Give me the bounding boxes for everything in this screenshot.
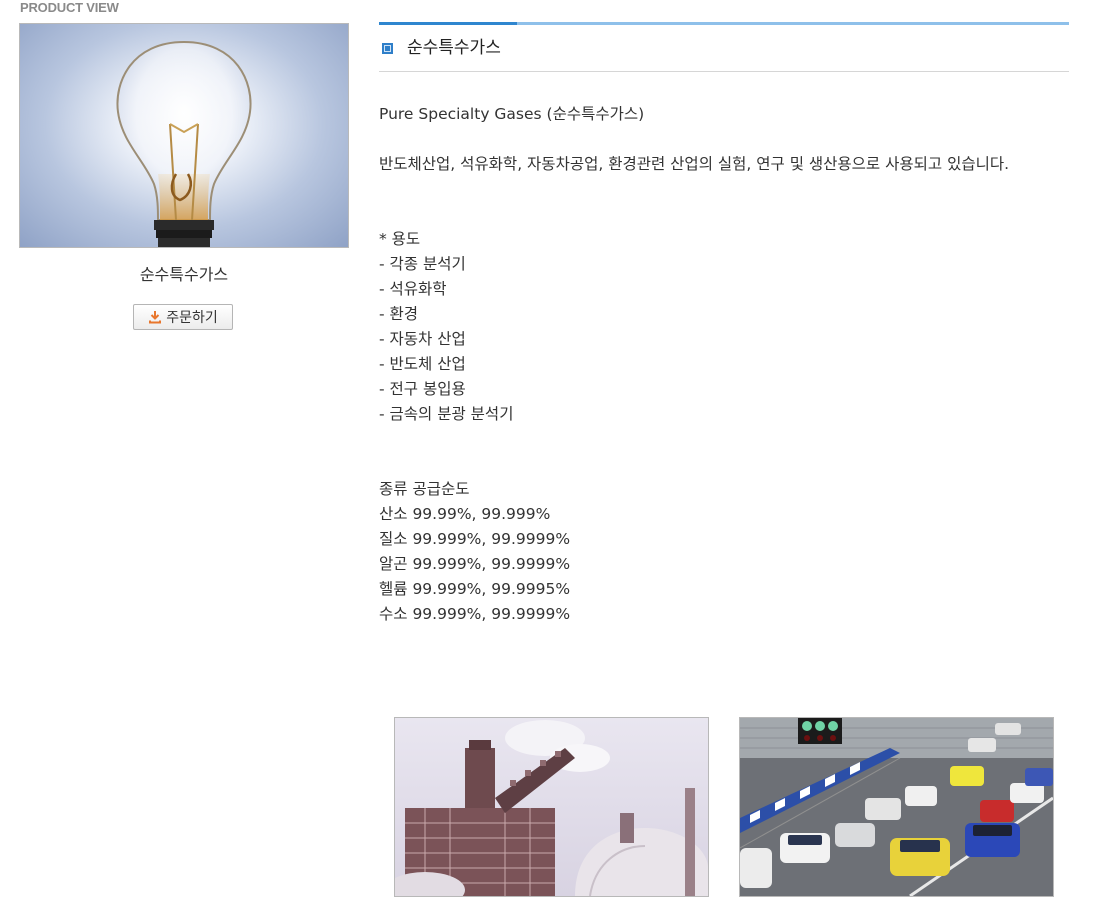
purity-item: 수소 99.999%, 99.9999%	[379, 605, 571, 623]
use-item: - 석유화학	[379, 280, 447, 298]
square-bullet-icon	[382, 42, 393, 54]
purity-item: 산소 99.99%, 99.999%	[379, 505, 551, 523]
purity-item: 알곤 99.999%, 99.9999%	[379, 555, 571, 573]
product-name: 순수특수가스	[139, 265, 229, 284]
use-item: - 금속의 분광 분석기	[379, 405, 514, 423]
use-item: - 전구 봉입용	[379, 380, 466, 398]
order-button[interactable]: 주문하기	[133, 304, 233, 330]
uses-heading: * 용도	[379, 230, 421, 248]
title-divider	[379, 71, 1069, 72]
purity-heading: 종류 공급순도	[379, 480, 470, 498]
purity-item: 질소 99.999%, 99.9999%	[379, 530, 571, 548]
description-text: 반도체산업, 석유화학, 자동차공업, 환경관련 산업의 실험, 연구 및 생산…	[379, 155, 1010, 173]
purity-item: 헬륨 99.999%, 99.9995%	[379, 580, 571, 598]
use-item: - 자동차 산업	[379, 330, 466, 348]
use-item: - 각종 분석기	[379, 255, 466, 273]
industrial-plant-image	[394, 717, 709, 897]
light-bulb-image	[19, 23, 349, 248]
order-button-label: 주문하기	[166, 310, 218, 326]
page-title: 순수특수가스	[407, 38, 501, 58]
intro-text: Pure Specialty Gases (순수특수가스)	[379, 105, 645, 123]
download-icon	[148, 310, 162, 324]
title-row: 순수특수가스	[379, 34, 1069, 62]
section-label: PRODUCT VIEW	[20, 0, 119, 15]
racing-cars-image	[739, 717, 1054, 897]
use-item: - 환경	[379, 305, 419, 323]
use-item: - 반도체 산업	[379, 355, 466, 373]
title-top-bar-accent	[379, 22, 517, 25]
product-description: Pure Specialty Gases (순수특수가스) 반도체산업, 석유화…	[379, 102, 1074, 627]
